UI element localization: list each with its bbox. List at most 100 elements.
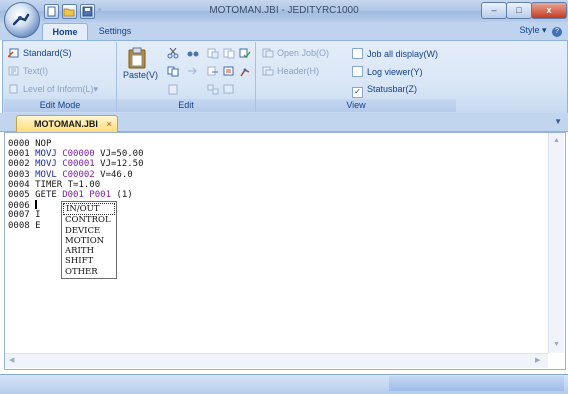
clipboard-icon[interactable] bbox=[167, 84, 179, 97]
text-mode-button[interactable]: Text(I) bbox=[8, 66, 48, 76]
code-line[interactable]: 0002 MOVJ C00001 VJ=12.50 bbox=[8, 159, 144, 169]
select-all-icon[interactable] bbox=[223, 84, 235, 97]
open-job-label: Open Job(O) bbox=[277, 48, 330, 58]
robot-arm-icon bbox=[12, 13, 30, 26]
style-menu-label: Style ▾ bbox=[519, 25, 547, 35]
autocomplete-item[interactable]: MOTION bbox=[62, 236, 116, 246]
code-line[interactable]: 0001 MOVJ C00000 VJ=50.00 bbox=[8, 149, 144, 159]
cut-icon[interactable] bbox=[167, 47, 179, 61]
paste-button[interactable]: Paste(V) bbox=[123, 46, 159, 88]
level-icon bbox=[8, 84, 20, 94]
standard-mode-label: Standard(S) bbox=[23, 48, 72, 58]
code-line[interactable]: 0000 NOP bbox=[8, 139, 144, 149]
find-icon[interactable] bbox=[187, 48, 199, 61]
autocomplete-item[interactable]: DEVICE bbox=[62, 226, 116, 236]
statusbar-label: Statusbar(Z) bbox=[367, 84, 418, 94]
status-bar-panel bbox=[389, 376, 564, 391]
application-menu-button[interactable] bbox=[4, 2, 40, 38]
line-number: 0007 bbox=[8, 210, 30, 221]
maximize-button[interactable]: □ bbox=[506, 2, 532, 19]
minimize-button[interactable]: – bbox=[481, 2, 507, 19]
copy-line-icon[interactable] bbox=[223, 48, 235, 61]
tab-list-dropdown-icon[interactable]: ▼ bbox=[554, 117, 562, 126]
log-viewer-check[interactable] bbox=[352, 66, 363, 77]
paste-icon bbox=[128, 47, 146, 69]
instruction-parameters: VJ=12.50 bbox=[100, 159, 144, 170]
renumber-icon[interactable] bbox=[223, 66, 235, 79]
text-caret bbox=[35, 200, 38, 210]
job-all-display-label: Job all display(W) bbox=[367, 49, 439, 59]
instruction: TIMER bbox=[35, 179, 63, 190]
log-viewer-checkbox[interactable]: Log viewer(Y) bbox=[352, 66, 423, 77]
instruction: NOP bbox=[35, 139, 52, 149]
open-job-icon bbox=[262, 48, 274, 58]
document-tab-label: MOTOMAN.JBI bbox=[34, 119, 98, 129]
open-job-button[interactable]: Open Job(O) bbox=[262, 48, 329, 58]
autocomplete-item[interactable]: IN/OUT bbox=[63, 203, 115, 216]
scroll-right-arrow-icon[interactable]: ▶ bbox=[535, 356, 540, 364]
replace-icon[interactable] bbox=[187, 66, 199, 79]
copy-icon[interactable] bbox=[167, 66, 179, 79]
header-label: Header(H) bbox=[277, 66, 320, 76]
line-number: 0000 bbox=[8, 139, 30, 149]
close-button[interactable]: x bbox=[531, 2, 567, 19]
text-mode-label: Text(I) bbox=[23, 66, 49, 76]
autocomplete-item[interactable]: SHIFT bbox=[62, 256, 116, 266]
robot-program-icon[interactable] bbox=[239, 66, 251, 79]
scroll-left-arrow-icon[interactable]: ◀ bbox=[9, 356, 14, 364]
text-mode-icon bbox=[8, 66, 20, 76]
instruction: MOVJ bbox=[35, 149, 57, 160]
header-button[interactable]: Header(H) bbox=[262, 66, 319, 76]
instruction: MOVJ bbox=[35, 159, 57, 170]
code-line[interactable]: 0003 MOVL C00002 V=46.0 bbox=[8, 170, 144, 180]
insert-line-icon[interactable] bbox=[207, 48, 219, 61]
line-number: 0005 bbox=[8, 189, 30, 200]
group-label-edit: Edit bbox=[117, 99, 255, 112]
tab-settings[interactable]: Settings bbox=[92, 23, 138, 40]
paste-label: Paste(V) bbox=[123, 70, 159, 80]
group-edit: Paste(V) Edit bbox=[117, 42, 256, 112]
line-number: 0003 bbox=[8, 169, 30, 180]
edit-check-icon[interactable] bbox=[239, 48, 251, 61]
instruction: GETE bbox=[35, 189, 57, 200]
line-number: 0001 bbox=[8, 149, 30, 160]
group-label-view: View bbox=[256, 99, 456, 112]
instruction-parameters: VJ=50.00 bbox=[100, 149, 144, 160]
help-icon[interactable]: ? bbox=[552, 27, 562, 37]
instruction: E bbox=[35, 220, 41, 231]
header-icon bbox=[262, 66, 274, 76]
group-view: Open Job(O) Header(H) Job all display(W)… bbox=[256, 42, 456, 112]
autocomplete-item[interactable]: ARITH bbox=[62, 246, 116, 256]
code-line[interactable]: 0004 TIMER T=1.00 bbox=[8, 180, 144, 190]
statusbar-check[interactable]: ✓ bbox=[352, 87, 363, 98]
instruction-argument: C00001 bbox=[62, 159, 95, 170]
statusbar-checkbox[interactable]: ✓ Statusbar(Z) bbox=[352, 84, 417, 98]
scroll-up-arrow-icon[interactable]: ▲ bbox=[553, 137, 560, 144]
vertical-scrollbar[interactable]: ▲ ▼ bbox=[548, 133, 564, 353]
instruction-autocomplete-list[interactable]: IN/OUT CONTROL DEVICE MOTION ARITH SHIFT OTHER bbox=[61, 201, 117, 279]
instruction-argument: C00002 bbox=[62, 169, 95, 180]
instruction: I bbox=[35, 210, 41, 221]
level-of-information-label: Level of Inform(L)▾ bbox=[23, 84, 99, 94]
document-tab-motoman[interactable]: MOTOMAN.JBI × bbox=[16, 115, 118, 132]
standard-mode-icon bbox=[7, 48, 20, 58]
close-document-icon[interactable]: × bbox=[106, 119, 111, 129]
instruction-parameters: V=46.0 bbox=[100, 169, 133, 180]
delete-line-icon[interactable] bbox=[207, 66, 219, 79]
level-of-information-dropdown[interactable]: Level of Inform(L)▾ bbox=[8, 84, 98, 95]
line-number: 0002 bbox=[8, 159, 30, 170]
horizontal-scrollbar[interactable]: ◀ ▶ bbox=[5, 353, 548, 368]
standard-mode-button[interactable]: Standard(S) bbox=[7, 48, 72, 58]
job-all-display-check[interactable] bbox=[352, 48, 363, 59]
scroll-down-arrow-icon[interactable]: ▼ bbox=[553, 341, 560, 348]
autocomplete-item[interactable]: CONTROL bbox=[62, 215, 116, 225]
instruction: MOVL bbox=[35, 169, 57, 180]
job-all-display-checkbox[interactable]: Job all display(W) bbox=[352, 48, 438, 59]
autocomplete-item[interactable]: OTHER bbox=[62, 267, 116, 277]
style-menu[interactable]: Style ▾ ? bbox=[519, 25, 562, 37]
tab-home[interactable]: Home bbox=[42, 23, 88, 41]
log-viewer-label: Log viewer(Y) bbox=[367, 67, 423, 77]
modify-line-icon[interactable] bbox=[207, 84, 219, 97]
line-number: 0004 bbox=[8, 179, 30, 190]
code-line[interactable]: 0005 GETE D001 P001 (1) bbox=[8, 190, 144, 200]
